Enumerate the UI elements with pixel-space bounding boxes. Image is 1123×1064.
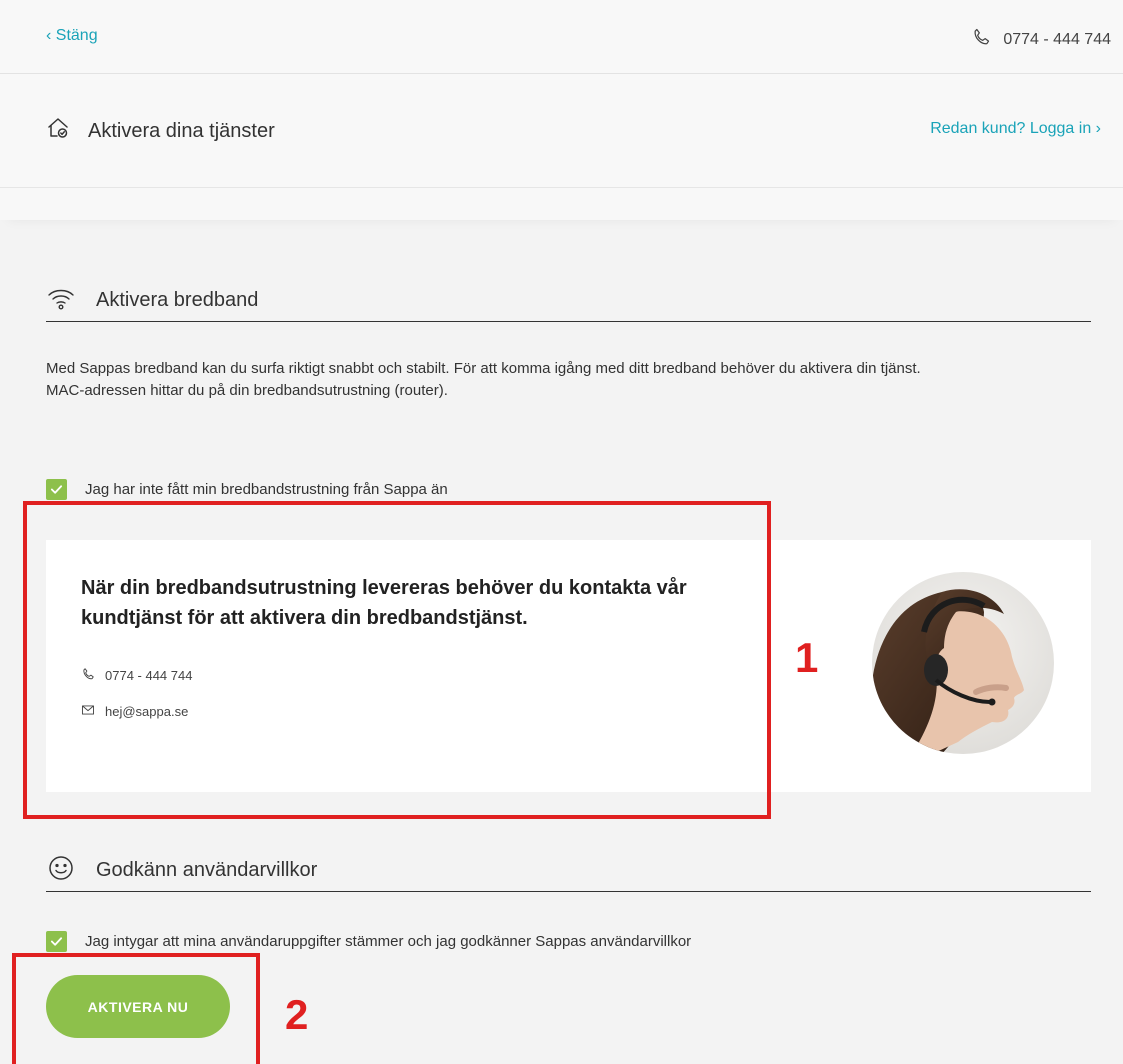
header-spacer — [0, 188, 1123, 220]
header: Aktivera dina tjänster Redan kund? Logga… — [0, 74, 1123, 188]
terms-checkbox-row[interactable]: Jag intygar att mina användaruppgifter s… — [46, 931, 691, 952]
annotation-label-2: 2 — [285, 991, 309, 1038]
support-agent-avatar — [872, 572, 1054, 754]
annotation-box-2 — [12, 953, 260, 1064]
page-title: Aktivera dina tjänster — [88, 119, 275, 142]
wifi-icon — [46, 283, 76, 319]
page-title-group: Aktivera dina tjänster — [46, 116, 275, 146]
terms-checkbox-label: Jag intygar att mina användaruppgifter s… — [85, 933, 692, 950]
no-equipment-checkbox[interactable] — [46, 479, 67, 500]
login-link[interactable]: Redan kund? Logga in › — [930, 120, 1101, 138]
broadband-description: Med Sappas bredband kan du surfa riktigt… — [46, 358, 1091, 402]
description-line: MAC-adressen hittar du på din bredbandsu… — [46, 382, 448, 399]
smiley-icon — [46, 853, 76, 889]
top-bar: ‹ Stäng 0774 - 444 744 — [0, 0, 1123, 74]
terms-section-header: Godkänn användarvillkor — [46, 850, 1091, 892]
top-phone[interactable]: 0774 - 444 744 — [971, 27, 1111, 52]
broadband-section-title: Aktivera bredband — [96, 289, 259, 311]
terms-section-title: Godkänn användarvillkor — [96, 859, 318, 881]
terms-checkbox[interactable] — [46, 931, 67, 952]
checkmark-icon — [50, 937, 63, 946]
home-check-icon — [46, 116, 70, 146]
no-equipment-checkbox-row[interactable]: Jag har inte fått min bredbandstrustning… — [46, 479, 448, 500]
top-phone-number: 0774 - 444 744 — [1003, 30, 1111, 48]
description-line: Med Sappas bredband kan du surfa riktigt… — [46, 360, 921, 377]
no-equipment-checkbox-label: Jag har inte fått min bredbandstrustning… — [85, 481, 448, 498]
annotation-box-1 — [23, 501, 771, 819]
checkmark-icon — [50, 485, 63, 494]
broadband-section-header: Aktivera bredband — [46, 280, 1091, 322]
annotation-label-1: 1 — [795, 634, 819, 681]
close-link[interactable]: ‹ Stäng — [46, 27, 98, 45]
phone-icon — [971, 27, 991, 52]
